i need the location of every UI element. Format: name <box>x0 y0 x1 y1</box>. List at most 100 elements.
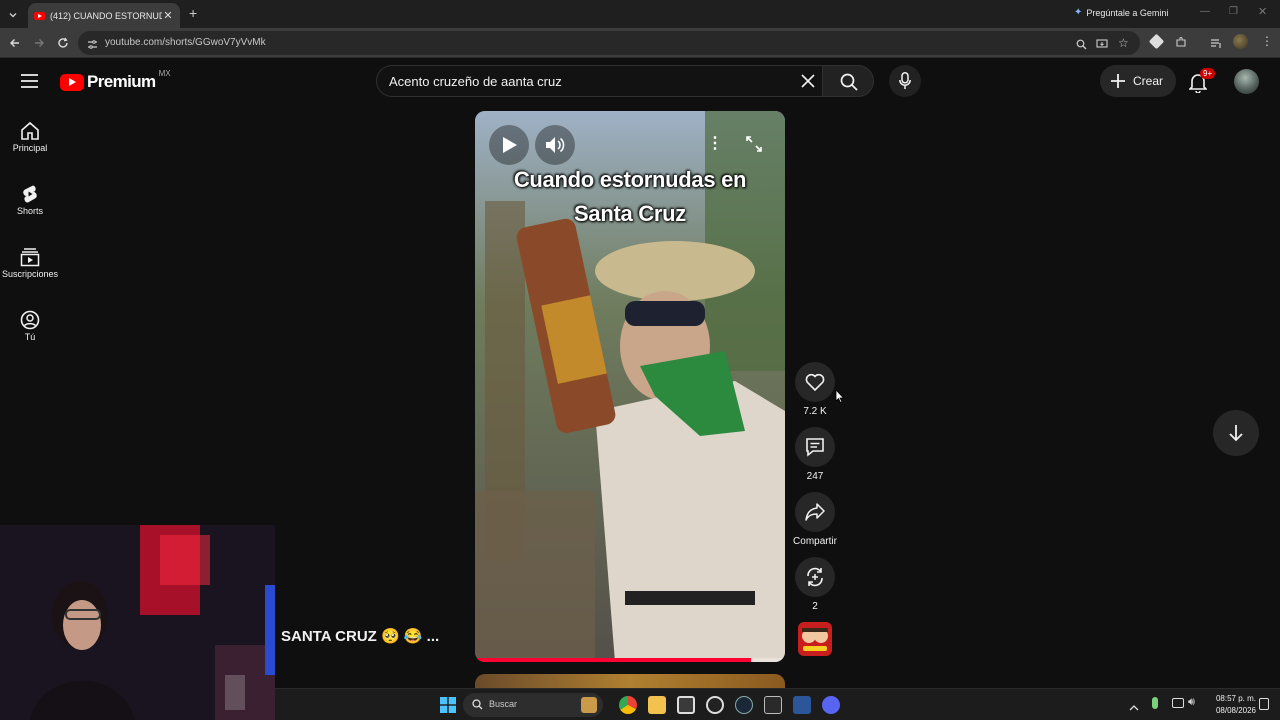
notification-center-icon[interactable] <box>1259 698 1269 710</box>
clock-time[interactable]: 08:57 p. m. <box>1210 694 1256 703</box>
microphone-tray-icon[interactable] <box>1152 697 1158 709</box>
sidebar-item-label: Suscripciones <box>1 269 59 279</box>
heart-icon <box>805 373 825 391</box>
sidebar-item-principal[interactable]: Principal <box>0 111 60 163</box>
youtube-header: Premium MX Acento cruzeño de aanta cruz … <box>0 58 1280 104</box>
video-frame <box>475 111 785 662</box>
fullscreen-icon[interactable] <box>746 136 762 157</box>
volume-icon <box>546 137 565 153</box>
webcam-overlay <box>0 525 275 720</box>
bookmark-star-icon[interactable]: ☆ <box>1118 36 1129 50</box>
install-app-icon[interactable] <box>1096 37 1108 55</box>
share-button[interactable] <box>795 492 835 532</box>
clock-date[interactable]: 08/08/2026 <box>1210 706 1256 715</box>
address-bar[interactable]: youtube.com/shorts/GGwoV7yVvMk ☆ <box>78 31 1140 55</box>
volume-button[interactable] <box>535 125 575 165</box>
subscriptions-icon <box>20 248 40 267</box>
search-icon <box>840 73 858 96</box>
microphone-icon <box>899 72 911 95</box>
plus-icon <box>1110 73 1126 94</box>
search-button[interactable] <box>822 65 874 97</box>
steam-icon[interactable] <box>735 696 753 714</box>
word-icon[interactable] <box>793 696 811 714</box>
url-text: youtube.com/shorts/GGwoV7yVvMk <box>105 37 266 48</box>
chrome-taskbar-icon[interactable] <box>619 696 637 714</box>
clear-search-icon[interactable] <box>801 74 815 93</box>
window-minimize-button[interactable]: — <box>1200 6 1210 17</box>
sidebar-item-tu[interactable]: Tú <box>0 300 60 352</box>
more-options-icon[interactable]: ⋮ <box>707 133 723 153</box>
window-restore-button[interactable]: ❐ <box>1229 6 1238 17</box>
video-title[interactable]: SANTA CRUZ 🥺 😂 ... <box>281 627 439 645</box>
reload-icon[interactable] <box>57 36 69 54</box>
shorts-icon <box>23 185 37 203</box>
share-label: Compartir <box>793 536 837 547</box>
share-icon <box>805 503 825 521</box>
channel-avatar[interactable] <box>798 622 832 656</box>
comments-button[interactable] <box>795 427 835 467</box>
logo-region: MX <box>158 68 171 78</box>
voice-search-button[interactable] <box>889 65 921 97</box>
tab-search-chevron-icon[interactable] <box>8 7 18 25</box>
file-explorer-icon[interactable] <box>648 696 666 714</box>
next-video-preview[interactable] <box>475 674 785 688</box>
zoom-icon[interactable] <box>1076 37 1087 55</box>
chrome-menu-icon[interactable]: ⋮ <box>1261 34 1273 48</box>
extension-icon[interactable] <box>1148 33 1165 50</box>
create-button[interactable]: Crear <box>1100 65 1176 97</box>
browser-tab-active[interactable]: (412) CUANDO ESTORNUDAS E ✕ <box>28 3 180 28</box>
sidebar-item-shorts[interactable]: Shorts <box>0 174 60 226</box>
new-tab-button[interactable]: + <box>189 5 197 21</box>
sidebar-item-label: Shorts <box>16 206 43 216</box>
remix-button[interactable] <box>795 557 835 597</box>
next-video-button[interactable] <box>1213 410 1259 456</box>
browser-toolbar: youtube.com/shorts/GGwoV7yVvMk ☆ ⋮ <box>0 28 1280 58</box>
search-box[interactable]: Acento cruzeño de aanta cruz <box>376 65 822 97</box>
youtube-favicon-icon <box>34 11 45 20</box>
tab-close-button[interactable]: ✕ <box>162 9 174 22</box>
windows-start-icon[interactable] <box>440 697 456 718</box>
webcam-frame <box>0 525 275 720</box>
notifications-button[interactable]: 9+ <box>1188 68 1216 95</box>
like-button[interactable] <box>795 362 835 402</box>
short-video-player[interactable]: ⋮ Cuando estornudas en Santa Cruz <box>475 111 785 662</box>
youtube-play-logo-icon <box>60 73 84 91</box>
back-arrow-icon[interactable] <box>9 36 21 54</box>
microsoft-store-icon[interactable] <box>677 696 695 714</box>
media-controls-icon[interactable] <box>1210 36 1222 54</box>
logo-text: Premium <box>87 72 156 91</box>
hamburger-menu-icon[interactable] <box>21 74 38 93</box>
volume-tray-icon[interactable]: 🔊︎ <box>1188 696 1195 709</box>
forward-arrow-icon[interactable] <box>33 36 45 54</box>
notification-badge: 9+ <box>1200 68 1216 79</box>
youtube-premium-logo[interactable]: Premium MX <box>60 68 171 92</box>
account-avatar[interactable] <box>1234 69 1259 94</box>
video-caption-line-1: Cuando estornudas en <box>513 167 747 192</box>
gemini-label: Pregúntale a Gemini <box>1086 7 1169 18</box>
create-label: Crear <box>1133 74 1164 88</box>
home-icon <box>21 121 39 140</box>
epic-games-icon[interactable] <box>764 696 782 714</box>
obs-icon[interactable] <box>706 696 724 714</box>
play-icon <box>503 137 517 153</box>
gemini-button[interactable]: ✦ Pregúntale a Gemini <box>1074 7 1168 18</box>
video-caption-line-2: Santa Cruz <box>574 201 686 226</box>
search-icon <box>472 699 483 710</box>
sidebar-item-label: Tú <box>24 332 36 342</box>
play-button[interactable] <box>489 125 529 165</box>
search-input[interactable]: Acento cruzeño de aanta cruz <box>389 74 562 89</box>
sidebar-item-suscripciones[interactable]: Suscripciones <box>0 237 60 289</box>
network-icon[interactable] <box>1172 698 1184 708</box>
profile-avatar-small[interactable] <box>1233 34 1248 49</box>
site-info-icon[interactable] <box>87 37 98 55</box>
window-close-button[interactable]: ✕ <box>1258 5 1267 18</box>
video-progress-bar[interactable] <box>475 658 785 662</box>
windows-taskbar: Buscar 🔊︎ 08:57 p. m. 08/08/2026 <box>275 688 1280 720</box>
arrow-down-icon <box>1229 425 1243 442</box>
discord-icon[interactable] <box>822 696 840 714</box>
tray-chevron-icon[interactable] <box>1129 699 1139 717</box>
taskbar-search-box[interactable]: Buscar <box>463 693 603 717</box>
search-highlight-icon <box>581 697 597 713</box>
extensions-puzzle-icon[interactable] <box>1175 35 1187 53</box>
tab-title: (412) CUANDO ESTORNUDAS E <box>50 10 162 21</box>
